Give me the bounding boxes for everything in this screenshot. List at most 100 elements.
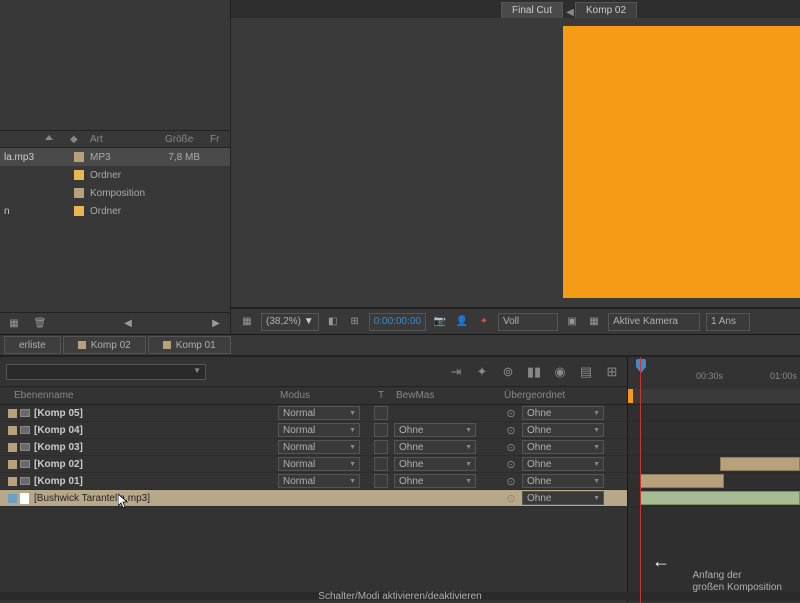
col-groesse[interactable]: Größe — [165, 134, 193, 145]
mask-icon[interactable]: ◧ — [325, 314, 341, 330]
trash-icon[interactable]: 🗑 — [32, 316, 48, 332]
playhead-line[interactable] — [640, 357, 641, 603]
t-toggle[interactable] — [374, 440, 388, 454]
parent-dropdown[interactable]: Ohne — [522, 457, 604, 471]
project-item[interactable]: n Ordner — [0, 202, 230, 220]
parent-dropdown[interactable]: Ohne — [522, 491, 604, 505]
comp-tab-bar: Final Cut ◀ Komp 02 — [231, 0, 800, 18]
col-t[interactable]: T — [378, 390, 384, 401]
layer-row[interactable]: [Komp 01] Normal Ohne ⊙ Ohne — [0, 473, 627, 490]
clip[interactable] — [640, 474, 724, 488]
comp-icon — [20, 426, 30, 434]
motion-blur-icon[interactable]: ▮▮ — [525, 363, 543, 381]
tab-komp02-tl[interactable]: Komp 02 — [63, 336, 146, 354]
t-toggle[interactable] — [374, 423, 388, 437]
track[interactable] — [628, 473, 800, 490]
project-item[interactable]: la.mp3 MP3 7,8 MB — [0, 148, 230, 166]
snapshot-icon[interactable]: 📷 — [432, 314, 448, 330]
bpc-icon[interactable]: ▦ — [6, 316, 22, 332]
color-swatch — [74, 170, 84, 180]
audio-clip[interactable] — [640, 491, 800, 505]
track[interactable] — [628, 490, 800, 507]
safe-zones-icon[interactable]: ⊞ — [347, 314, 363, 330]
layer-row[interactable]: [Komp 05] Normal ⊙ Ohne — [0, 405, 627, 422]
track[interactable] — [628, 456, 800, 473]
playhead-icon[interactable] — [634, 359, 648, 373]
t-toggle[interactable] — [374, 406, 388, 420]
parent-pick-icon[interactable]: ⊙ — [504, 423, 518, 437]
parent-dropdown[interactable]: Ohne — [522, 406, 604, 420]
parent-dropdown[interactable]: Ohne — [522, 474, 604, 488]
clip[interactable] — [720, 457, 800, 471]
shy-icon[interactable]: ⇥ — [447, 363, 465, 381]
layer-row[interactable]: [Komp 03] Normal Ohne ⊙ Ohne — [0, 439, 627, 456]
bewmas-dropdown[interactable]: Ohne — [394, 474, 476, 488]
bewmas-dropdown[interactable]: Ohne — [394, 440, 476, 454]
layer-row[interactable]: [Komp 02] Normal Ohne ⊙ Ohne — [0, 456, 627, 473]
parent-pick-icon[interactable]: ⊙ — [504, 406, 518, 420]
cube-icon[interactable]: ✦ — [473, 363, 491, 381]
track[interactable] — [628, 439, 800, 456]
parent-dropdown[interactable]: Ohne — [522, 440, 604, 454]
col-fr[interactable]: Fr — [210, 134, 219, 145]
col-layername[interactable]: Ebenenname — [14, 390, 74, 401]
layer-row[interactable]: [Bushwick Tarantella.mp3] ⊙ Ohne — [0, 490, 627, 507]
timeline-track-area[interactable]: 00:30s 01:00s ← Anfang der großen Kompos… — [628, 357, 800, 602]
col-modus[interactable]: Modus — [280, 390, 310, 401]
timeline-panel: ▼ ⇥ ✦ ⊚ ▮▮ ◉ ▤ ⊞ Ebenenname Modus T BewM… — [0, 356, 800, 602]
project-item[interactable]: Ordner — [0, 166, 230, 184]
frame-blend-icon[interactable]: ⊚ — [499, 363, 517, 381]
tag-icon[interactable]: ◆ — [70, 134, 78, 145]
modus-dropdown[interactable]: Normal — [278, 406, 360, 420]
layer-row[interactable]: [Komp 04] Normal Ohne ⊙ Ohne — [0, 422, 627, 439]
graph-icon[interactable]: ▤ — [577, 363, 595, 381]
bewmas-dropdown[interactable]: Ohne — [394, 423, 476, 437]
grid-icon[interactable]: ▦ — [239, 314, 255, 330]
color-swatch — [74, 206, 84, 216]
chart-icon[interactable]: ⊞ — [603, 363, 621, 381]
scroll-right-icon[interactable]: ▶ — [208, 316, 224, 332]
zoom-dropdown[interactable]: (38,2%) ▼ — [261, 313, 319, 331]
channel-icon[interactable]: 👤 — [454, 314, 470, 330]
project-item[interactable]: Komposition — [0, 184, 230, 202]
views-dropdown[interactable]: 1 Ans — [706, 313, 750, 331]
modus-dropdown[interactable]: Normal — [278, 474, 360, 488]
modus-dropdown[interactable]: Normal — [278, 423, 360, 437]
parent-pick-icon[interactable]: ⊙ — [504, 457, 518, 471]
brainstorm-icon[interactable]: ◉ — [551, 363, 569, 381]
tab-final-cut[interactable]: Final Cut — [501, 2, 563, 18]
time-ruler[interactable]: 00:30s 01:00s — [628, 357, 800, 405]
col-uebergeordnet[interactable]: Übergeordnet — [504, 390, 565, 401]
col-bewmas[interactable]: BewMas — [396, 390, 434, 401]
tab-komp01-tl[interactable]: Komp 01 — [148, 336, 231, 354]
parent-pick-icon[interactable]: ⊙ — [504, 491, 518, 505]
comp-icon — [20, 477, 30, 485]
composition-canvas[interactable] — [563, 26, 800, 298]
sort-arrow-icon[interactable] — [45, 135, 53, 140]
timecode-display[interactable]: 0:00:00:00 — [369, 313, 426, 331]
project-columns-header[interactable]: ◆ Art Größe Fr — [0, 130, 230, 148]
modus-dropdown[interactable]: Normal — [278, 440, 360, 454]
camera-dropdown[interactable]: Aktive Kamera — [608, 313, 700, 331]
track[interactable] — [628, 422, 800, 439]
time-tick: 01:00s — [770, 371, 797, 381]
roi-icon[interactable]: ▣ — [564, 314, 580, 330]
timeline-tab-bar: erliste Komp 02 Komp 01 — [0, 334, 800, 356]
transparency-icon[interactable]: ▦ — [586, 314, 602, 330]
t-toggle[interactable] — [374, 457, 388, 471]
viewer-area[interactable] — [231, 18, 800, 308]
parent-pick-icon[interactable]: ⊙ — [504, 474, 518, 488]
modus-dropdown[interactable]: Normal — [278, 457, 360, 471]
parent-pick-icon[interactable]: ⊙ — [504, 440, 518, 454]
col-art[interactable]: Art — [90, 134, 103, 145]
tab-komp02[interactable]: Komp 02 — [575, 2, 637, 18]
scroll-left-icon[interactable]: ◀ — [120, 316, 136, 332]
layer-search-input[interactable]: ▼ — [6, 364, 206, 380]
resolution-dropdown[interactable]: Voll — [498, 313, 558, 331]
bewmas-dropdown[interactable]: Ohne — [394, 457, 476, 471]
tab-renderlist[interactable]: erliste — [4, 336, 61, 354]
parent-dropdown[interactable]: Ohne — [522, 423, 604, 437]
track[interactable] — [628, 405, 800, 422]
t-toggle[interactable] — [374, 474, 388, 488]
color-mgmt-icon[interactable]: ✦ — [476, 314, 492, 330]
